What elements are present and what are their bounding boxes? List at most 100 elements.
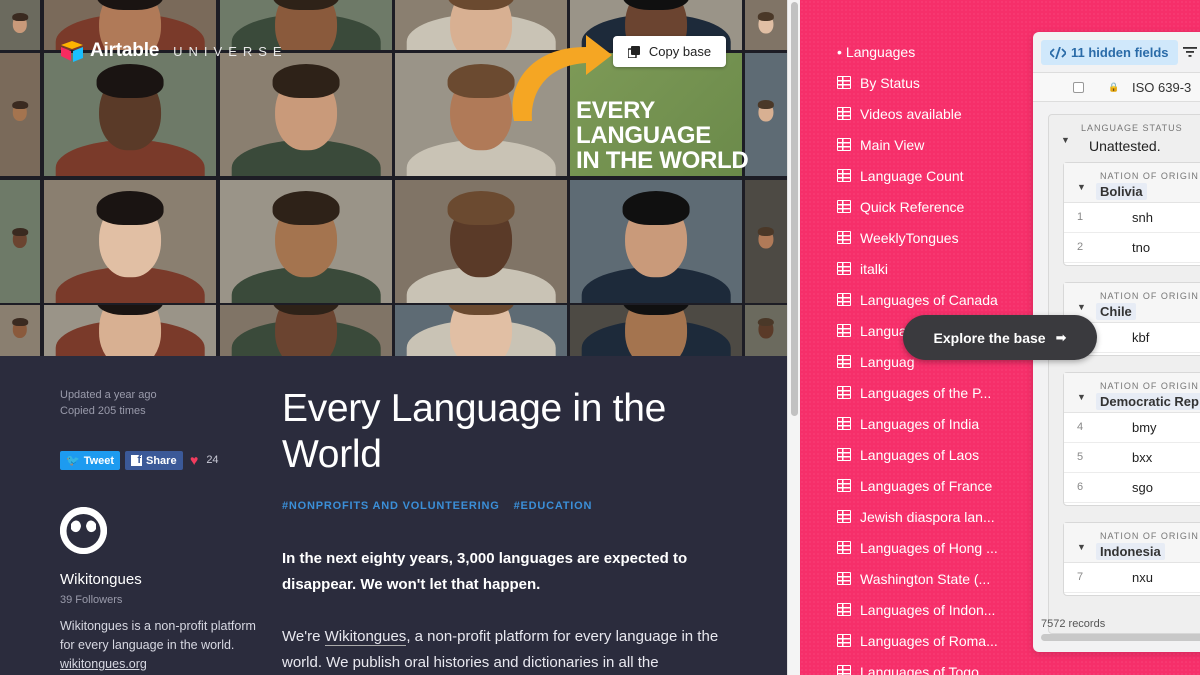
view-item[interactable]: WeeklyTongues xyxy=(837,222,1037,253)
brand-name: Airtable xyxy=(90,40,160,61)
tag-nonprofits[interactable]: #NONPROFITS AND VOLUNTEERING xyxy=(282,500,500,512)
table-row[interactable]: 7 nxu xyxy=(1064,563,1200,593)
group-value: Chile xyxy=(1096,303,1136,320)
view-item[interactable]: Main View xyxy=(837,129,1037,160)
hero-line-2: LANGUAGE xyxy=(576,122,711,149)
grid-view-icon xyxy=(837,417,851,430)
view-item[interactable]: Quick Reference xyxy=(837,191,1037,222)
table-row[interactable]: 6 sgo xyxy=(1064,473,1200,503)
view-item[interactable]: Languages of Togo xyxy=(837,656,1037,675)
view-label: Languages of India xyxy=(860,415,980,432)
airtable-universe-logo[interactable]: Airtable UNIVERSE xyxy=(60,40,288,62)
org-description-text: Wikitongues is a non-profit platform for… xyxy=(60,619,256,652)
selected-dot: • xyxy=(837,43,842,60)
collapse-triangle-icon[interactable]: ▼ xyxy=(1077,302,1086,312)
view-item[interactable]: Washington State (... xyxy=(837,563,1037,594)
view-item[interactable]: Languages of Roma... xyxy=(837,625,1037,656)
view-item[interactable]: Language Count xyxy=(837,160,1037,191)
body-prefix: We're xyxy=(282,628,325,645)
share-label: Share xyxy=(146,454,177,467)
row-number: 2 xyxy=(1077,241,1084,253)
view-label: Languages xyxy=(845,43,916,60)
copy-base-label: Copy base xyxy=(648,44,712,59)
cell-value: kbf xyxy=(1132,330,1150,345)
description-lead: In the next eighty years, 3,000 language… xyxy=(282,550,688,593)
grid-view-icon xyxy=(837,634,851,647)
org-website-link[interactable]: wikitongues.org xyxy=(60,657,147,671)
org-description: Wikitongues is a non-profit platform for… xyxy=(60,617,270,674)
view-item-selected[interactable]: • Languages xyxy=(837,36,1037,67)
hero-line-1: EVERY xyxy=(576,97,655,124)
collapse-triangle-icon[interactable]: ▼ xyxy=(1077,392,1086,402)
view-label: Washington State (... xyxy=(860,570,991,587)
grid-view-icon xyxy=(837,603,851,616)
hidden-fields-icon xyxy=(1050,46,1066,59)
grid-view-icon xyxy=(837,572,851,585)
view-item[interactable]: italki xyxy=(837,253,1037,284)
view-item[interactable]: Videos available xyxy=(837,98,1037,129)
hidden-fields-button[interactable]: 11 hidden fields xyxy=(1041,40,1178,65)
table-row[interactable]: 4 bmy xyxy=(1064,413,1200,443)
airtable-logo-icon xyxy=(61,41,83,62)
group-caption: NATION OF ORIGIN xyxy=(1100,381,1199,391)
facebook-share-button[interactable]: f Share xyxy=(125,451,183,470)
view-label: WeeklyTongues xyxy=(860,229,959,246)
collapse-triangle-icon[interactable]: ▼ xyxy=(1061,135,1070,145)
grid-view-icon xyxy=(837,324,851,337)
view-item[interactable]: Languages of India xyxy=(837,408,1037,439)
view-item[interactable]: Languages of France xyxy=(837,470,1037,501)
table-row[interactable]: 5 bxx xyxy=(1064,443,1200,473)
collapse-triangle-icon[interactable]: ▼ xyxy=(1077,542,1086,552)
view-item[interactable]: By Status xyxy=(837,67,1037,98)
grid-view-icon xyxy=(837,200,851,213)
view-label: Quick Reference xyxy=(860,198,965,215)
group-caption: LANGUAGE STATUS xyxy=(1081,123,1183,133)
grid-view-icon xyxy=(837,293,851,306)
view-label: Languages of France xyxy=(860,477,993,494)
tag-education[interactable]: #EDUCATION xyxy=(514,500,593,512)
collapse-triangle-icon[interactable]: ▼ xyxy=(1077,182,1086,192)
view-item[interactable]: Languages of the P... xyxy=(837,377,1037,408)
hero-overlay-text: EVERY LANGUAGE IN THE WORLD xyxy=(576,97,749,173)
portrait-photo xyxy=(44,305,216,356)
wikitongues-link[interactable]: Wikitongues xyxy=(324,628,407,646)
grid-view-icon xyxy=(837,107,851,120)
row-number: 5 xyxy=(1077,451,1084,463)
view-item[interactable]: Languages of Canada xyxy=(837,284,1037,315)
arrow-right-icon: ➡ xyxy=(1055,329,1067,345)
brand-subname: UNIVERSE xyxy=(173,43,288,59)
description-body: We're Wikitongues, a non-profit platform… xyxy=(282,624,732,675)
tweet-button[interactable]: 🐦 Tweet xyxy=(60,451,121,470)
explore-base-button[interactable]: Explore the base ➡ xyxy=(903,315,1097,360)
copy-base-button[interactable]: Copy base xyxy=(613,36,726,67)
grid-view-icon xyxy=(837,665,851,675)
grid-view-icon xyxy=(837,138,851,151)
view-label: Languages of the P... xyxy=(860,384,992,401)
view-item[interactable]: Languages of Hong ... xyxy=(837,532,1037,563)
cell-value: snh xyxy=(1132,210,1153,225)
base-title: Every Language in the World xyxy=(282,387,666,476)
horizontal-scrollbar[interactable] xyxy=(1041,634,1200,641)
grid-view-icon xyxy=(837,169,851,182)
column-name[interactable]: ISO 639-3 xyxy=(1132,80,1191,95)
table-row[interactable]: 2 tno xyxy=(1064,233,1200,263)
cell-value: tno xyxy=(1132,240,1151,255)
view-item[interactable]: Languages of Indon... xyxy=(837,594,1037,625)
nation-group-bolivia: ▼ NATION OF ORIGIN Bolivia 1 snh 2 tno xyxy=(1063,162,1200,266)
scrollbar-thumb[interactable] xyxy=(791,2,798,416)
portrait-photo xyxy=(220,305,392,356)
like-button[interactable]: ♥ 24 xyxy=(190,452,219,468)
grid-view-icon xyxy=(837,386,851,399)
portrait-photo xyxy=(0,53,40,176)
page-scrollbar[interactable] xyxy=(787,0,800,675)
view-item[interactable]: Jewish diaspora lan... xyxy=(837,501,1037,532)
portrait-photo xyxy=(44,53,216,176)
org-name[interactable]: Wikitongues xyxy=(60,571,142,588)
select-all-checkbox[interactable] xyxy=(1073,81,1084,93)
view-label: Langua xyxy=(860,322,907,339)
filter-icon[interactable] xyxy=(1183,46,1197,58)
view-item[interactable]: Languages of Laos xyxy=(837,439,1037,470)
wikitongues-logo-icon[interactable] xyxy=(60,507,107,554)
table-row[interactable]: 1 snh xyxy=(1064,203,1200,233)
like-count: 24 xyxy=(206,454,219,466)
